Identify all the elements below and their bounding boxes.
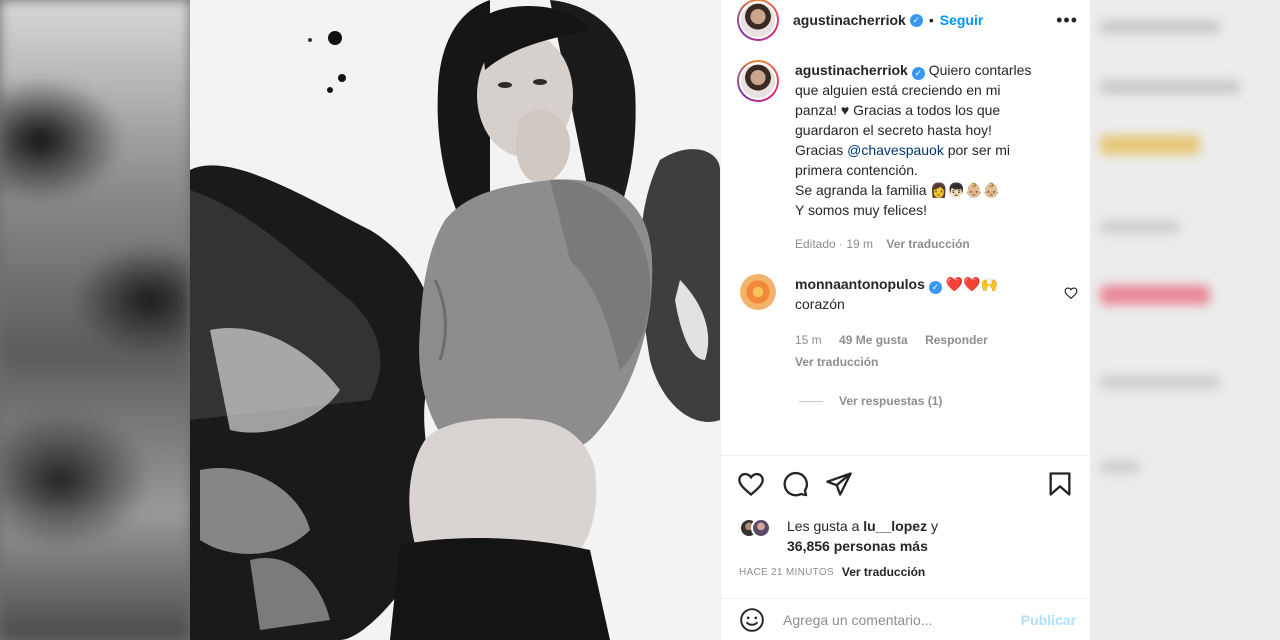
comment-translate-link[interactable]: Ver traducción: [795, 355, 878, 369]
caption-line-6: primera contención.: [795, 162, 918, 178]
caption-line-1: Quiero contarles: [928, 62, 1032, 78]
mention-link[interactable]: @chavespauok: [847, 142, 944, 158]
reply-button[interactable]: Responder: [925, 333, 988, 347]
view-replies-label: Ver respuestas (1): [839, 394, 943, 408]
caption-author[interactable]: agustinacherriok: [795, 62, 908, 78]
post-header: agustinacherriok ✓ • Seguir •••: [721, 0, 1090, 41]
caption-translate-link[interactable]: Ver traducción: [886, 237, 969, 251]
post-photo[interactable]: [190, 0, 720, 640]
comment-meta: 15 m 49 Me gusta Responder: [795, 330, 998, 350]
share-paper-plane-icon[interactable]: [825, 470, 853, 498]
caption: agustinacherriok ✓ Quiero contarles que a…: [737, 60, 1078, 254]
caption-body: agustinacherriok ✓ Quiero contarles que a…: [795, 60, 1031, 254]
author-username[interactable]: agustinacherriok: [793, 12, 906, 28]
caption-gracias: Gracias: [795, 142, 844, 158]
separator-dot: •: [928, 12, 934, 28]
post-photo-illustration: [190, 0, 720, 640]
likes-prefix: Les gusta a: [787, 518, 860, 534]
comment-item: monnaantonopulos ✓ ❤️❤️🙌 corazón 15 m 49 …: [737, 274, 1078, 372]
more-options-icon[interactable]: •••: [1056, 10, 1078, 31]
verified-badge-icon: ✓: [909, 13, 923, 27]
caption-after-mention: por ser mi: [947, 142, 1010, 158]
commenter-avatar[interactable]: [740, 274, 776, 310]
blurred-background-right: [1090, 0, 1280, 640]
comment-likes[interactable]: 49 Me gusta: [839, 333, 908, 347]
add-comment-bar: Publicar: [721, 598, 1090, 640]
publish-button[interactable]: Publicar: [1021, 612, 1076, 628]
caption-line-2: que alguien está creciendo en mi: [795, 82, 1001, 98]
likes-count[interactable]: 36,856 personas más: [787, 538, 928, 554]
edited-time: Editado · 19 m: [795, 237, 874, 251]
comments-section: agustinacherriok ✓ Quiero contarles que a…: [737, 60, 1078, 408]
author-avatar[interactable]: [737, 0, 779, 41]
post-translate-link[interactable]: Ver traducción: [842, 565, 925, 579]
liker-username[interactable]: lu__lopez: [863, 518, 927, 534]
caption-line-4: guardaron el secreto hasta hoy!: [795, 122, 992, 138]
comment-text-emoji: ❤️❤️🙌: [945, 276, 999, 292]
actions-divider: [721, 455, 1090, 456]
save-bookmark-icon[interactable]: [1046, 470, 1074, 498]
post-timestamp-row: HACE 21 MINUTOS Ver traducción: [739, 565, 925, 579]
likes-joiner: y: [930, 518, 938, 534]
comment-body: monnaantonopulos ✓ ❤️❤️🙌 corazón 15 m 49 …: [795, 274, 998, 372]
blurred-background-left: [0, 0, 190, 640]
caption-line-7: Se agranda la familia 👩👦🏻👶🏼👶🏼: [795, 182, 1001, 198]
comment-translate-row: Ver traducción: [795, 352, 998, 372]
commenter-username[interactable]: monnaantonopulos: [795, 276, 925, 292]
post-actions-bar: [737, 470, 1074, 498]
likes-summary: Les gusta a lu__lopez y 36,856 personas …: [739, 516, 1078, 556]
post-details-panel: agustinacherriok ✓ • Seguir ••• agustina…: [720, 0, 1090, 640]
follow-button[interactable]: Seguir: [940, 12, 984, 28]
verified-badge-icon: ✓: [911, 67, 925, 80]
caption-line-3: panza! ♥ Gracias a todos los que: [795, 102, 1001, 118]
liker-avatars[interactable]: [739, 518, 779, 540]
verified-badge-icon: ✓: [928, 281, 942, 294]
emoji-smiley-icon[interactable]: [739, 607, 765, 633]
view-replies-button[interactable]: Ver respuestas (1): [799, 394, 1078, 408]
caption-meta: Editado · 19 m Ver traducción: [795, 234, 1031, 254]
comment-text: corazón: [795, 296, 845, 312]
comment-time: 15 m: [795, 333, 822, 347]
like-comment-heart-icon[interactable]: [1064, 286, 1078, 300]
caption-line-8: Y somos muy felices!: [795, 202, 928, 218]
like-heart-icon[interactable]: [737, 470, 765, 498]
replies-divider-line: [799, 400, 823, 402]
caption-author-avatar[interactable]: [737, 60, 779, 102]
post-timestamp: HACE 21 MINUTOS: [739, 566, 834, 578]
comment-input[interactable]: [783, 611, 1021, 628]
comment-bubble-icon[interactable]: [781, 470, 809, 498]
likes-text: Les gusta a lu__lopez y 36,856 personas …: [787, 516, 938, 556]
